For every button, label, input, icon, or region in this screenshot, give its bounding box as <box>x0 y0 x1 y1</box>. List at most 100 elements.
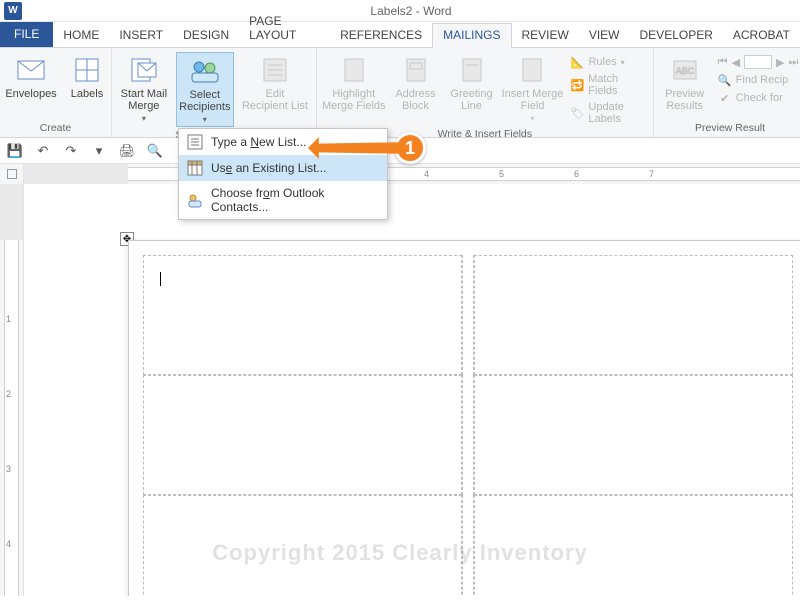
check-errors-button: ✔ Check for <box>716 90 800 106</box>
ruler-tick: 4 <box>424 169 429 179</box>
callout-arrow: 1 <box>308 132 426 164</box>
envelope-icon <box>15 54 47 86</box>
chevron-down-icon: ▾ <box>530 114 534 123</box>
label-cell[interactable] <box>143 375 462 495</box>
start-mail-merge-label: Start Mail Merge <box>121 88 167 112</box>
highlight-icon <box>338 54 370 86</box>
label-cell[interactable] <box>474 375 793 495</box>
select-recipients-label: Select Recipients <box>179 89 230 113</box>
chevron-down-icon: ▾ <box>621 58 625 67</box>
greeting-line-button: Greeting Line <box>447 52 497 114</box>
existing-list-icon <box>187 160 203 176</box>
menu-outlook-contacts[interactable]: Choose from Outlook Contacts... <box>179 181 387 219</box>
tab-mailings[interactable]: MAILINGS <box>432 23 511 48</box>
quick-print-icon[interactable]: 🖨 <box>118 142 136 160</box>
ruler-tick: 2 <box>6 389 11 399</box>
edit-recipient-list-label: Edit Recipient List <box>242 88 308 112</box>
preview-label: Preview Results <box>665 88 704 112</box>
tab-developer[interactable]: DEVELOPER <box>630 24 723 47</box>
update-icon: 🏷 <box>570 106 584 120</box>
tab-acrobat[interactable]: ACROBAT <box>723 24 800 47</box>
rules-icon: 📐 <box>570 55 584 69</box>
check-icon: ✔ <box>718 91 732 105</box>
update-labels-label: Update Labels <box>588 101 644 125</box>
ribbon-tabs: FILE HOME INSERT DESIGN PAGE LAYOUT REFE… <box>0 22 800 48</box>
tab-references[interactable]: REFERENCES <box>330 24 432 47</box>
search-icon: 🔍 <box>718 73 732 87</box>
rules-label: Rules <box>588 56 616 68</box>
ruler-tick: 6 <box>574 169 579 179</box>
address-block-label: Address Block <box>395 88 435 112</box>
select-recipients-button[interactable]: Select Recipients ▾ <box>176 52 234 127</box>
ruler-corner[interactable] <box>0 164 24 184</box>
tab-selector-icon <box>7 169 17 179</box>
preview-results-button: ABC Preview Results <box>660 52 710 114</box>
text-cursor <box>160 272 161 286</box>
vertical-ruler[interactable]: 1 2 3 4 <box>0 184 24 596</box>
nav-record-buttons: ⏮ ◀ ▶ ⏭ <box>716 54 800 70</box>
redo-icon[interactable]: ↷ <box>62 142 80 160</box>
ruler-area: 1 2 3 4 5 6 7 <box>0 164 800 184</box>
horizontal-ruler[interactable]: 1 2 3 4 5 6 7 <box>24 164 800 184</box>
record-number-field <box>744 55 772 69</box>
insert-field-label: Insert Merge Field <box>502 88 564 112</box>
table-row <box>143 375 793 495</box>
customize-qat-icon[interactable]: ▾ <box>90 142 108 160</box>
match-icon: 🔁 <box>570 78 584 92</box>
preview-icon: ABC <box>669 54 701 86</box>
label-cell[interactable] <box>474 255 793 375</box>
start-mail-merge-button[interactable]: Start Mail Merge ▾ <box>118 52 170 125</box>
insert-field-icon <box>516 54 548 86</box>
save-icon[interactable]: 💾 <box>6 142 24 160</box>
tab-page-layout[interactable]: PAGE LAYOUT <box>239 10 330 47</box>
arrow-icon <box>308 137 398 159</box>
label-cell[interactable] <box>143 255 462 375</box>
greeting-label: Greeting Line <box>450 88 492 112</box>
labels-label: Labels <box>71 88 103 100</box>
update-labels-button: 🏷 Update Labels <box>568 100 646 126</box>
title-bar: W Labels2 - Word <box>0 0 800 22</box>
labels-button[interactable]: Labels <box>62 52 112 102</box>
tab-home[interactable]: HOME <box>53 24 109 47</box>
label-cell[interactable] <box>462 375 474 495</box>
match-fields-label: Match Fields <box>588 73 645 97</box>
page-area[interactable]: ✥ <box>24 184 800 596</box>
menu-type-new-list-label: Type a New List... <box>211 135 306 149</box>
labels-icon <box>71 54 103 86</box>
envelopes-label: Envelopes <box>5 88 56 100</box>
start-mail-merge-icon <box>128 54 160 86</box>
callout-badge: 1 <box>394 132 426 164</box>
edit-list-icon <box>259 54 291 86</box>
group-preview-label: Preview Result <box>654 120 800 137</box>
tab-file[interactable]: FILE <box>0 22 53 47</box>
recipients-icon <box>189 55 221 87</box>
rules-button: 📐 Rules ▾ <box>568 54 646 70</box>
ruler-tick: 5 <box>499 169 504 179</box>
check-errors-label: Check for <box>736 92 783 104</box>
match-fields-button: 🔁 Match Fields <box>568 72 646 98</box>
ruler-tick: 3 <box>6 464 11 474</box>
tab-review[interactable]: REVIEW <box>512 24 579 47</box>
print-preview-icon[interactable]: 🔍 <box>146 142 164 160</box>
ribbon: Envelopes Labels Create Start Mail Merge… <box>0 48 800 138</box>
highlight-label: Highlight Merge Fields <box>322 88 386 112</box>
watermark-text: Copyright 2015 Clearly Inventory <box>0 540 800 566</box>
last-record-icon: ⏭ <box>789 56 799 69</box>
insert-merge-field-button: Insert Merge Field ▾ <box>503 52 563 125</box>
outlook-icon <box>187 192 203 208</box>
group-create-label: Create <box>0 120 111 137</box>
envelopes-button[interactable]: Envelopes <box>6 52 56 102</box>
tab-insert[interactable]: INSERT <box>109 24 173 47</box>
find-recipient-label: Find Recip <box>736 74 789 86</box>
undo-icon[interactable]: ↶ <box>34 142 52 160</box>
label-cell[interactable] <box>462 255 474 375</box>
ruler-tick: 7 <box>649 169 654 179</box>
chevron-down-icon: ▾ <box>203 115 207 124</box>
tab-view[interactable]: VIEW <box>579 24 630 47</box>
ruler-tick: 1 <box>6 314 11 324</box>
next-record-icon: ▶ <box>776 56 784 69</box>
table-row <box>143 255 793 375</box>
word-icon: W <box>4 2 22 20</box>
tab-design[interactable]: DESIGN <box>173 24 239 47</box>
chevron-down-icon: ▾ <box>142 114 146 123</box>
